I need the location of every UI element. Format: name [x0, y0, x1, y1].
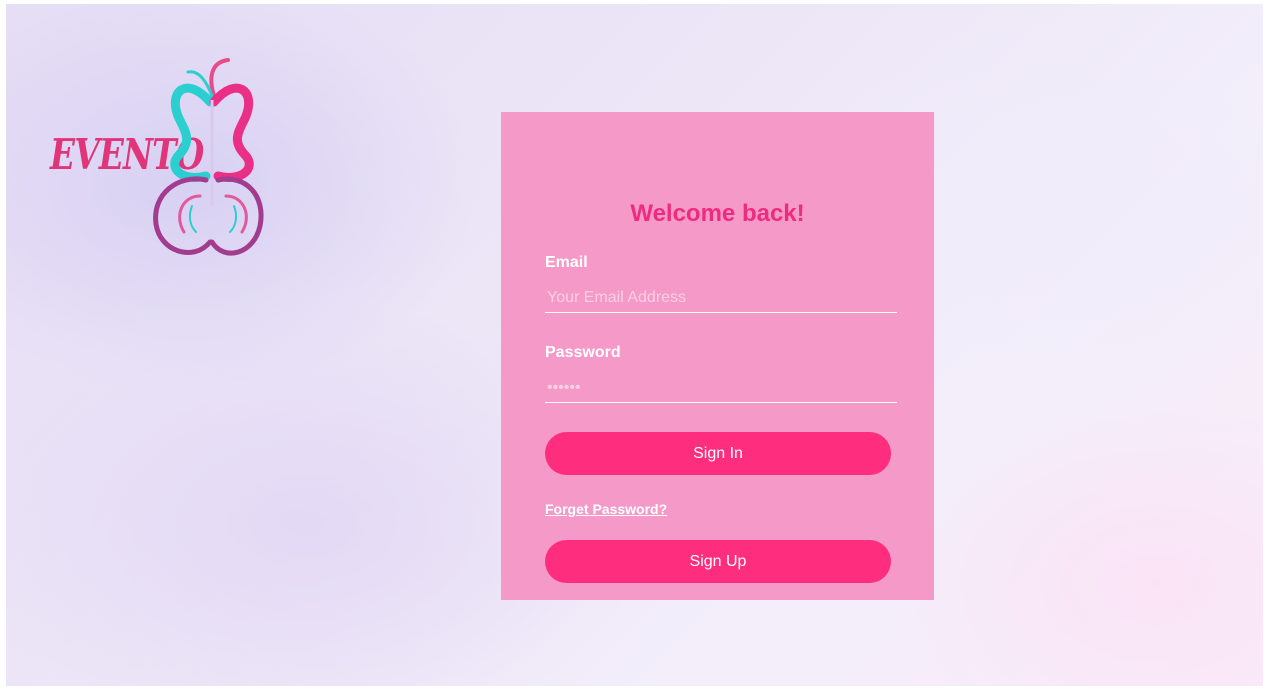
butterfly-icon	[153, 58, 264, 256]
sign-up-button[interactable]: Sign Up	[545, 540, 891, 583]
password-label: Password	[545, 344, 621, 361]
evento-logo: EVENTO	[44, 56, 269, 268]
login-card: Welcome back! Email Password Sign In For…	[501, 112, 934, 600]
forget-password-link[interactable]: Forget Password?	[545, 501, 667, 517]
login-title: Welcome back!	[630, 200, 805, 227]
sign-in-button[interactable]: Sign In	[545, 432, 891, 475]
password-input[interactable]	[545, 374, 897, 403]
email-label: Email	[545, 254, 588, 271]
email-input[interactable]	[545, 284, 897, 313]
